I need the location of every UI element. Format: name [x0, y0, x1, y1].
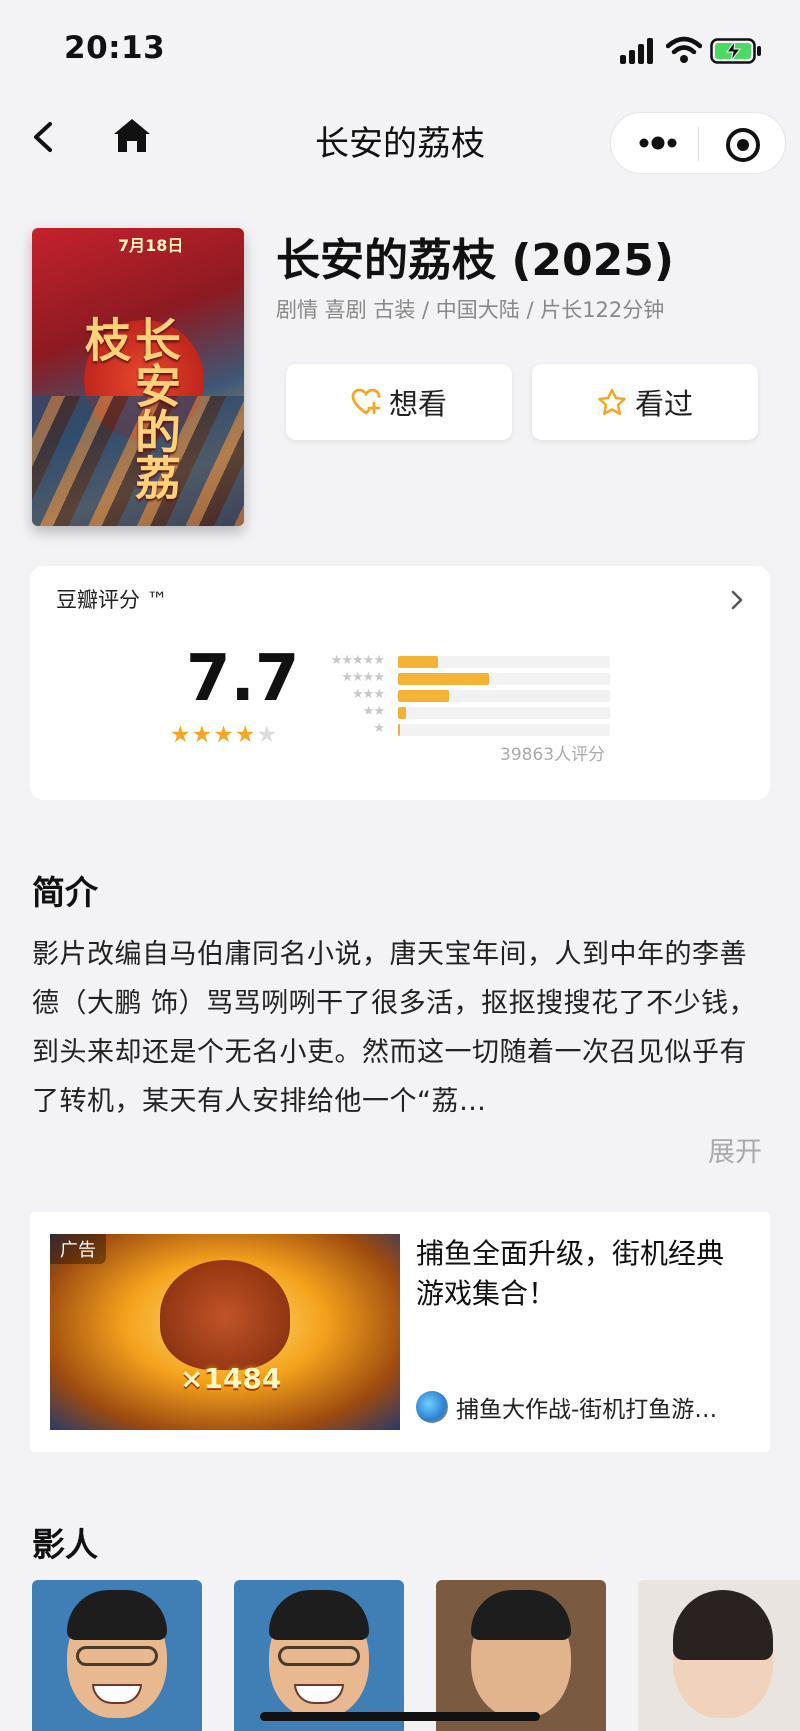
watched-button[interactable]: 看过 [532, 364, 758, 440]
ad-badge: 广告 [50, 1234, 106, 1264]
ad-title: 捕鱼全面升级，街机经典游戏集合！ [416, 1237, 725, 1310]
rating-score: 7.7 [186, 642, 300, 716]
rating-bar-fill [398, 673, 489, 685]
ad-image[interactable]: ×1484 广告 [50, 1234, 400, 1430]
rating-row-stars: ★★★★★ [330, 653, 385, 668]
nav-bar: 长安的荔枝 [0, 100, 800, 180]
ad-app-name: 捕鱼大作战-街机打鱼游… [456, 1397, 718, 1423]
watched-label: 看过 [634, 387, 693, 421]
rating-row-stars: ★ [373, 721, 385, 736]
rating-label: 豆瓣评分 ™ [56, 588, 168, 612]
cast-hair [471, 1590, 571, 1640]
star-outline-icon [598, 388, 626, 416]
cast-list [32, 1580, 800, 1731]
rating-bar-fill [398, 724, 400, 736]
movie-title: 长安的荔枝 (2025) [276, 235, 674, 286]
rating-bar-fill [398, 656, 438, 668]
star-filled-icon: ★ [170, 722, 192, 748]
cast-heading: 影人 [32, 1525, 98, 1564]
cast-card[interactable] [638, 1580, 800, 1731]
rating-distribution-row: ★★★★ [316, 670, 610, 685]
close-target-icon[interactable] [723, 125, 763, 165]
ad-card[interactable]: ×1484 广告 捕鱼全面升级，街机经典游戏集合！ 捕鱼大作战-街机打鱼游… [30, 1212, 770, 1452]
ad-image-multiplier: ×1484 [180, 1362, 282, 1395]
ad-app-info[interactable]: 捕鱼大作战-街机打鱼游… [416, 1390, 717, 1424]
battery-icon [710, 38, 761, 64]
cast-hair [269, 1590, 369, 1640]
capsule-divider [698, 127, 699, 161]
chevron-right-icon[interactable] [726, 586, 748, 614]
rating-votes: 39863人评分 [500, 745, 606, 765]
intro-heading: 简介 [32, 873, 98, 912]
ad-image-creature [160, 1260, 290, 1370]
rating-bar-track [398, 690, 610, 702]
rating-bar-fill [398, 707, 406, 719]
rating-card[interactable]: 豆瓣评分 ™ 7.7 ★★★★★ 39863人评分 ★★★★★ ★★★★ ★★★ ★★… [30, 566, 770, 800]
movie-poster[interactable]: 7月18日 长安的荔枝 [32, 228, 244, 526]
status-time: 20:13 [64, 30, 166, 66]
star-filled-icon: ★ [213, 722, 235, 748]
movie-meta: 剧情 喜剧 古装 / 中国大陆 / 片长122分钟 [276, 298, 665, 322]
want-to-watch-button[interactable]: 想看 [286, 364, 512, 440]
rating-bar-track [398, 724, 610, 736]
cast-glasses [76, 1646, 158, 1666]
cast-glasses [278, 1646, 360, 1666]
rating-distribution-row: ★★ [316, 704, 610, 719]
cast-card[interactable] [234, 1580, 404, 1731]
cast-card[interactable] [32, 1580, 202, 1731]
star-filled-icon: ★ [234, 722, 257, 748]
home-indicator [260, 1712, 540, 1721]
rating-distribution-row: ★★★ [316, 687, 610, 702]
wifi-icon [666, 36, 702, 63]
want-to-watch-label: 想看 [388, 387, 447, 421]
rating-stars: ★★★★★ [170, 722, 278, 748]
status-bar: 20:13 [0, 0, 800, 100]
rating-bar-fill [398, 690, 449, 702]
cast-hair [673, 1590, 773, 1660]
star-empty-icon: ★ [256, 722, 279, 748]
app-icon [416, 1391, 448, 1423]
signal-icon [620, 38, 656, 64]
rating-row-stars: ★★★ [352, 687, 385, 702]
expand-link[interactable]: 展开 [708, 1130, 762, 1169]
rating-row-stars: ★★★★ [341, 670, 385, 685]
rating-bar-track [398, 707, 610, 719]
rating-distribution-row: ★★★★★ [316, 653, 610, 668]
rating-bar-track [398, 673, 610, 685]
poster-title: 长安的荔枝 [78, 316, 182, 500]
more-icon[interactable] [633, 123, 683, 163]
heart-plus-icon [351, 388, 381, 415]
mini-program-capsule [610, 112, 786, 174]
rating-distribution-row: ★ [316, 721, 610, 736]
rating-row-stars: ★★ [362, 704, 385, 719]
star-filled-icon: ★ [191, 722, 214, 748]
intro-text: 影片改编自马伯庸同名小说，唐天宝年间，人到中年的李善德（大鹏 饰）骂骂咧咧干了很… [32, 939, 757, 1117]
cast-hair [67, 1590, 167, 1640]
cast-card[interactable] [436, 1580, 606, 1731]
rating-bar-track [398, 656, 610, 668]
poster-date: 7月18日 [118, 236, 184, 255]
